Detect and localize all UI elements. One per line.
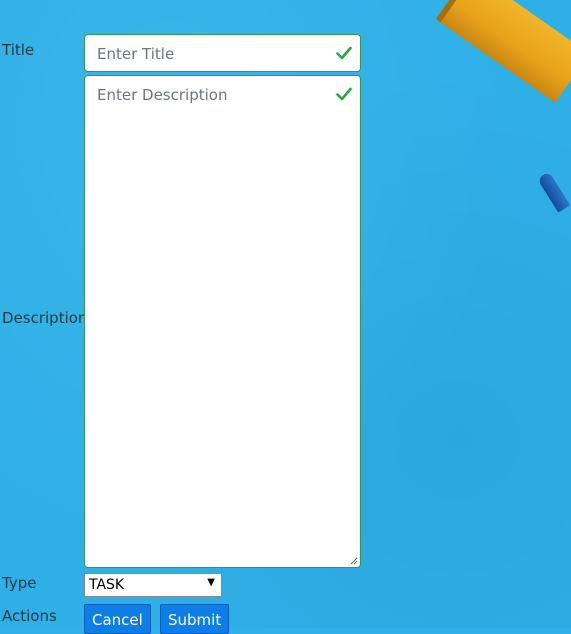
pen-decoration xyxy=(537,171,571,213)
cancel-button[interactable]: Cancel xyxy=(84,604,151,634)
type-select[interactable]: TASK ▼ xyxy=(84,573,222,597)
checkmark-icon xyxy=(336,87,352,101)
title-placeholder: Enter Title xyxy=(97,45,175,63)
description-textarea[interactable]: Enter Description xyxy=(84,75,361,568)
description-placeholder: Enter Description xyxy=(97,86,228,104)
title-label: Title xyxy=(2,41,35,59)
checkmark-icon xyxy=(336,46,352,60)
description-label: Description xyxy=(2,309,88,327)
submit-button[interactable]: Submit xyxy=(160,604,230,634)
resize-grip-icon[interactable] xyxy=(350,557,358,565)
triangle-down-icon: ▼ xyxy=(207,577,215,588)
title-input[interactable]: Enter Title xyxy=(84,34,361,72)
type-selected-value: TASK xyxy=(89,577,125,593)
pencil-decoration xyxy=(435,0,571,103)
type-label: Type xyxy=(2,574,37,592)
actions-label: Actions xyxy=(2,607,57,625)
